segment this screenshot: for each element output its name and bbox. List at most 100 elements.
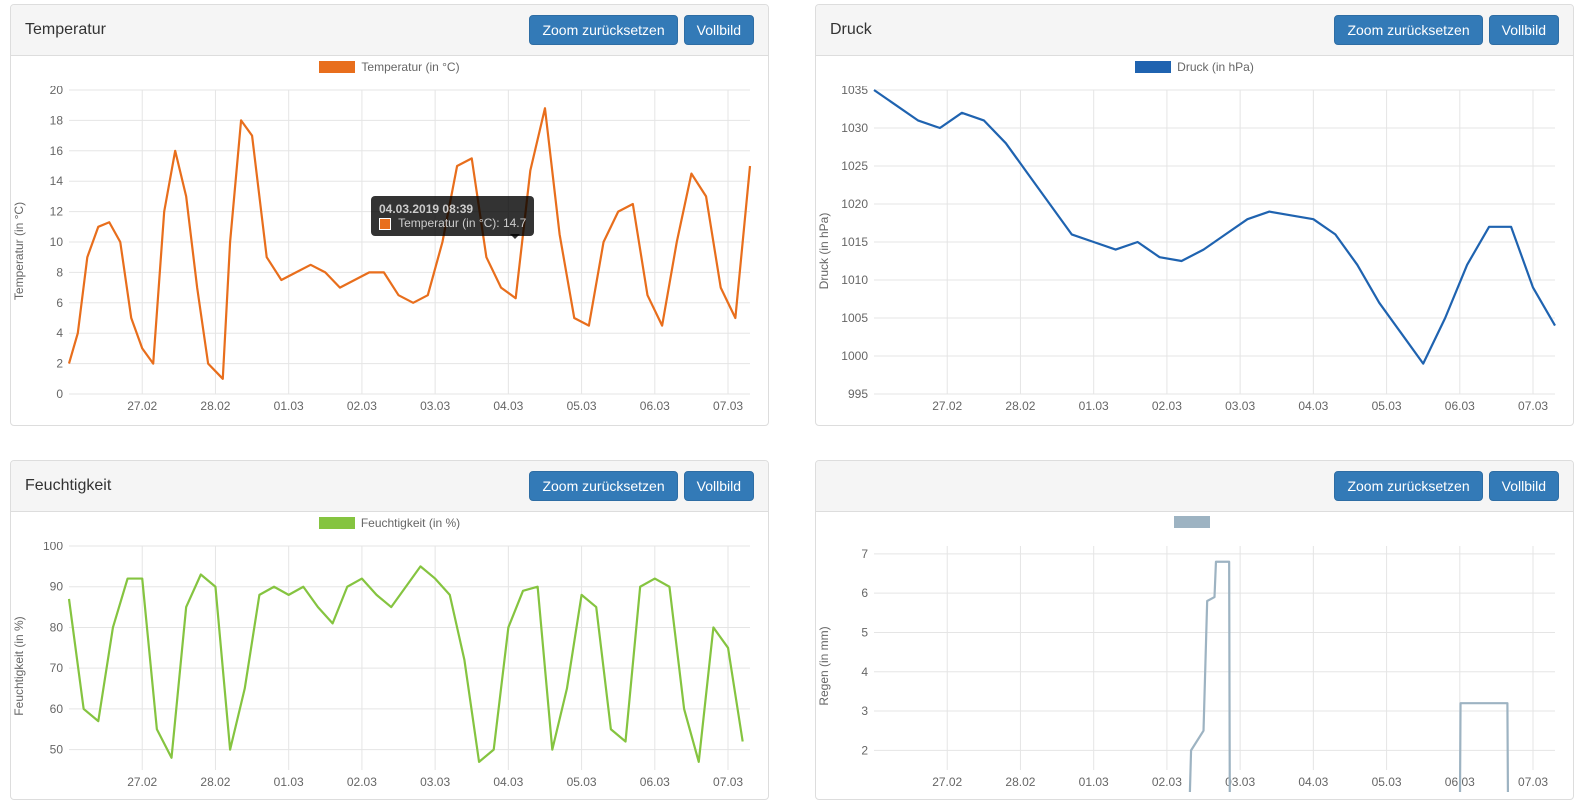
y-label-temperature: Temperatur (in °C) xyxy=(12,201,26,299)
svg-text:03.03: 03.03 xyxy=(420,775,450,789)
svg-text:27.02: 27.02 xyxy=(127,399,157,413)
svg-text:02.03: 02.03 xyxy=(1152,775,1182,789)
svg-text:60: 60 xyxy=(50,702,64,716)
zoom-reset-button[interactable]: Zoom zurücksetzen xyxy=(1334,471,1482,501)
legend-swatch-pressure xyxy=(1135,61,1171,73)
svg-text:04.03: 04.03 xyxy=(493,399,523,413)
zoom-reset-button[interactable]: Zoom zurücksetzen xyxy=(529,471,677,501)
svg-text:80: 80 xyxy=(50,620,64,634)
panel-pressure: Druck Zoom zurücksetzen Vollbild Druck (… xyxy=(815,4,1574,426)
svg-text:01.03: 01.03 xyxy=(1079,775,1109,789)
legend-rain xyxy=(816,512,1573,530)
svg-text:5: 5 xyxy=(861,625,868,639)
svg-text:6: 6 xyxy=(861,586,868,600)
chart-body-humidity: Feuchtigkeit (in %) Feuchtigkeit (in %) … xyxy=(11,512,768,799)
legend-temperature: Temperatur (in °C) xyxy=(11,56,768,76)
svg-text:100: 100 xyxy=(43,542,63,553)
svg-text:04.03: 04.03 xyxy=(1298,399,1328,413)
svg-text:18: 18 xyxy=(50,113,64,127)
chart-body-rain: Regen (in mm) 23456727.0228.0201.0302.03… xyxy=(816,512,1573,799)
svg-text:27.02: 27.02 xyxy=(127,775,157,789)
fullscreen-button[interactable]: Vollbild xyxy=(1489,15,1559,45)
legend-label-pressure: Druck (in hPa) xyxy=(1177,60,1254,74)
chart-svg-rain[interactable]: 23456727.0228.0201.0302.0303.0304.0305.0… xyxy=(826,542,1563,792)
svg-text:50: 50 xyxy=(50,743,64,757)
panel-rain: Zoom zurücksetzen Vollbild Regen (in mm)… xyxy=(815,460,1574,800)
chart-svg-pressure[interactable]: 9951000100510101015102010251030103527.02… xyxy=(826,86,1563,416)
panel-header-humidity: Feuchtigkeit Zoom zurücksetzen Vollbild xyxy=(11,461,768,512)
svg-text:06.03: 06.03 xyxy=(640,775,670,789)
svg-text:14: 14 xyxy=(50,174,64,188)
panel-humidity: Feuchtigkeit Zoom zurücksetzen Vollbild … xyxy=(10,460,769,800)
svg-text:01.03: 01.03 xyxy=(274,775,304,789)
legend-swatch-temperature xyxy=(319,61,355,73)
svg-text:27.02: 27.02 xyxy=(932,399,962,413)
svg-text:0: 0 xyxy=(56,387,63,401)
svg-text:6: 6 xyxy=(56,296,63,310)
svg-text:28.02: 28.02 xyxy=(200,775,230,789)
zoom-reset-button[interactable]: Zoom zurücksetzen xyxy=(529,15,677,45)
fullscreen-button[interactable]: Vollbild xyxy=(684,15,754,45)
svg-text:05.03: 05.03 xyxy=(1372,399,1402,413)
panel-temperature: Temperatur Zoom zurücksetzen Vollbild Te… xyxy=(10,4,769,426)
svg-text:2: 2 xyxy=(56,357,63,371)
svg-text:06.03: 06.03 xyxy=(640,399,670,413)
chart-svg-humidity[interactable]: 50 60 70 80 90 100 27.02 28.02 01.03 02.03 03.03 04… xyxy=(21,542,758,792)
svg-text:03.03: 03.03 xyxy=(1225,399,1255,413)
svg-text:07.03: 07.03 xyxy=(1518,399,1548,413)
svg-text:20: 20 xyxy=(50,86,64,97)
panel-buttons-pressure: Zoom zurücksetzen Vollbild xyxy=(1334,15,1559,45)
svg-text:1010: 1010 xyxy=(841,273,868,287)
panel-buttons-humidity: Zoom zurücksetzen Vollbild xyxy=(529,471,754,501)
svg-text:28.02: 28.02 xyxy=(1005,775,1035,789)
legend-label-humidity: Feuchtigkeit (in %) xyxy=(361,516,460,530)
legend-pressure: Druck (in hPa) xyxy=(816,56,1573,76)
svg-text:1035: 1035 xyxy=(841,86,868,97)
svg-text:02.03: 02.03 xyxy=(347,775,377,789)
svg-text:8: 8 xyxy=(56,265,63,279)
panel-title-humidity: Feuchtigkeit xyxy=(25,477,111,495)
svg-text:28.02: 28.02 xyxy=(200,399,230,413)
svg-text:07.03: 07.03 xyxy=(1518,775,1548,789)
fullscreen-button[interactable]: Vollbild xyxy=(684,471,754,501)
chart-body-temperature: Temperatur (in °C) Temperatur (in °C) 02… xyxy=(11,56,768,425)
tooltip-label: Temperatur (in °C) xyxy=(398,216,496,230)
panel-buttons-rain: Zoom zurücksetzen Vollbild xyxy=(1334,471,1559,501)
svg-text:995: 995 xyxy=(848,387,868,401)
chart-svg-temperature[interactable]: 0246810121416182027.0228.0201.0302.0303.… xyxy=(21,86,758,416)
svg-text:12: 12 xyxy=(50,205,64,219)
svg-text:04.03: 04.03 xyxy=(493,775,523,789)
zoom-reset-button[interactable]: Zoom zurücksetzen xyxy=(1334,15,1482,45)
svg-text:03.03: 03.03 xyxy=(420,399,450,413)
tooltip-temperature: 04.03.2019 08:39 Temperatur (in °C): 14.… xyxy=(371,196,534,236)
svg-text:04.03: 04.03 xyxy=(1298,775,1328,789)
panel-title-pressure: Druck xyxy=(830,21,872,39)
tooltip-time: 04.03.2019 08:39 xyxy=(379,202,473,216)
svg-text:4: 4 xyxy=(861,665,868,679)
svg-text:16: 16 xyxy=(50,144,64,158)
svg-text:70: 70 xyxy=(50,661,64,675)
svg-text:1025: 1025 xyxy=(841,159,868,173)
chart-body-pressure: Druck (in hPa) Druck (in hPa) 9951000100… xyxy=(816,56,1573,425)
svg-text:05.03: 05.03 xyxy=(567,399,597,413)
svg-text:01.03: 01.03 xyxy=(1079,399,1109,413)
panel-header-pressure: Druck Zoom zurücksetzen Vollbild xyxy=(816,5,1573,56)
fullscreen-button[interactable]: Vollbild xyxy=(1489,471,1559,501)
svg-text:2: 2 xyxy=(861,743,868,757)
svg-text:1005: 1005 xyxy=(841,311,868,325)
svg-text:1015: 1015 xyxy=(841,235,868,249)
svg-text:90: 90 xyxy=(50,580,64,594)
svg-text:02.03: 02.03 xyxy=(347,399,377,413)
svg-text:10: 10 xyxy=(50,235,64,249)
y-label-pressure: Druck (in hPa) xyxy=(817,212,831,289)
svg-text:1020: 1020 xyxy=(841,197,868,211)
svg-text:3: 3 xyxy=(861,704,868,718)
panel-title-temperature: Temperatur xyxy=(25,21,106,39)
svg-text:02.03: 02.03 xyxy=(1152,399,1182,413)
tooltip-swatch xyxy=(379,218,391,230)
svg-text:27.02: 27.02 xyxy=(932,775,962,789)
svg-text:07.03: 07.03 xyxy=(713,775,743,789)
y-label-rain: Regen (in mm) xyxy=(817,626,831,705)
panel-buttons-temperature: Zoom zurücksetzen Vollbild xyxy=(529,15,754,45)
svg-text:05.03: 05.03 xyxy=(1372,775,1402,789)
